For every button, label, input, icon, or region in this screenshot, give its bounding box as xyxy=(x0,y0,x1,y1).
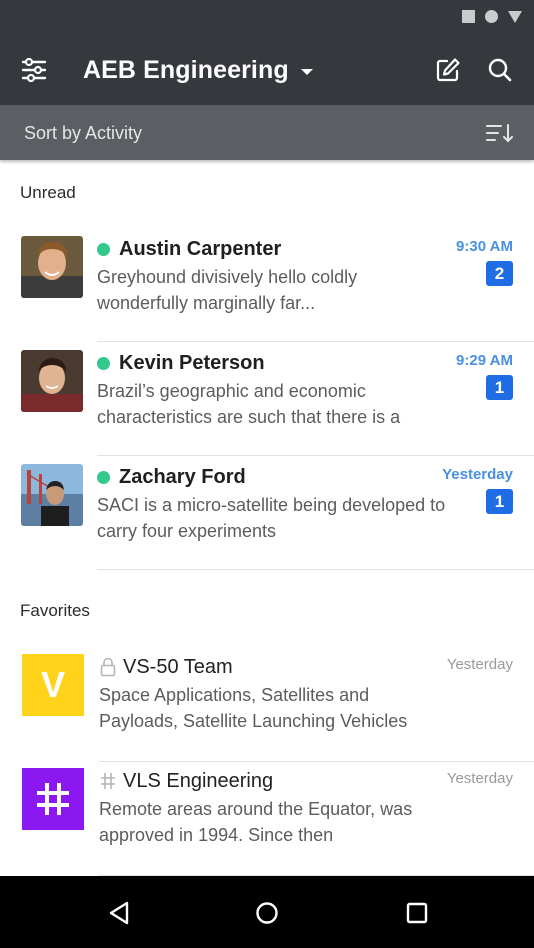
search-icon xyxy=(488,58,512,82)
message-preview: Greyhound divisively hello coldly wonder… xyxy=(97,267,358,313)
list-item[interactable]: VLS Engineering Remote areas around the … xyxy=(0,762,534,876)
back-icon xyxy=(109,901,129,925)
stop-icon xyxy=(462,10,475,23)
lock-icon xyxy=(99,657,117,677)
recents-icon xyxy=(406,902,428,924)
sort-order-button[interactable] xyxy=(482,119,518,147)
search-button[interactable] xyxy=(480,50,520,90)
online-indicator xyxy=(97,356,110,370)
channel-name: VLS Engineering xyxy=(123,769,274,792)
page-title: AEB Engineering xyxy=(83,56,289,84)
contact-name: Austin Carpenter xyxy=(119,237,282,260)
list-item[interactable]: Zachary Ford SACI is a micro-satellite b… xyxy=(0,456,534,570)
home-icon xyxy=(256,902,278,924)
online-indicator xyxy=(97,470,110,484)
section-title-unread: Unread xyxy=(20,183,76,202)
hash-icon xyxy=(37,783,69,815)
app-bar: AEB Engineering xyxy=(0,34,534,105)
contact-name: Kevin Peterson xyxy=(119,351,265,374)
sort-icon xyxy=(486,124,513,143)
section-title-favorites: Favorites xyxy=(20,601,90,620)
timestamp: Yesterday xyxy=(442,466,513,483)
back-button[interactable] xyxy=(104,898,134,928)
online-indicator xyxy=(97,242,110,256)
unread-count-badge: 2 xyxy=(486,261,513,286)
signal-icon xyxy=(508,10,522,23)
channel-tile xyxy=(22,768,84,830)
home-button[interactable] xyxy=(252,898,282,928)
sort-label: Sort by Activity xyxy=(24,123,143,143)
team-switcher[interactable]: AEB Engineering xyxy=(83,56,313,85)
avatar xyxy=(21,350,83,412)
sliders-icon xyxy=(21,58,47,82)
contact-name: Zachary Ford xyxy=(119,465,246,488)
timestamp: Yesterday xyxy=(446,656,513,673)
filter-button[interactable] xyxy=(14,50,54,90)
hash-icon xyxy=(99,771,117,791)
recents-button[interactable] xyxy=(402,898,432,928)
list-item[interactable]: Kevin Peterson Brazil’s geographic and e… xyxy=(0,342,534,456)
list-item[interactable]: V VS-50 Team Space Applications, Satelli… xyxy=(0,648,534,762)
channel-tile-letter: V xyxy=(40,664,65,705)
system-nav-bar xyxy=(0,876,534,948)
message-preview: SACI is a micro-satellite being develope… xyxy=(97,495,446,541)
record-icon xyxy=(485,10,498,23)
timestamp: 9:29 AM xyxy=(456,352,513,369)
message-preview: Brazil’s geographic and economic charact… xyxy=(97,381,401,427)
list-item[interactable]: Austin Carpenter Greyhound divisively he… xyxy=(0,228,534,342)
avatar xyxy=(21,236,83,298)
message-preview: Remote areas around the Equator, was app… xyxy=(99,799,413,845)
message-preview: Space Applications, Satellites and Paylo… xyxy=(99,685,408,731)
channel-tile: V xyxy=(22,654,84,716)
avatar xyxy=(21,464,83,526)
timestamp: 9:30 AM xyxy=(456,238,513,255)
sort-bar[interactable]: Sort by Activity xyxy=(0,105,534,160)
unread-count-badge: 1 xyxy=(486,375,513,400)
compose-icon xyxy=(436,58,460,82)
chevron-down-icon xyxy=(300,68,313,75)
timestamp: Yesterday xyxy=(446,770,513,787)
divider xyxy=(97,569,534,570)
status-bar xyxy=(0,0,534,34)
compose-button[interactable] xyxy=(428,50,468,90)
channel-name: VS-50 Team xyxy=(123,655,233,678)
unread-count-badge: 1 xyxy=(486,489,513,514)
